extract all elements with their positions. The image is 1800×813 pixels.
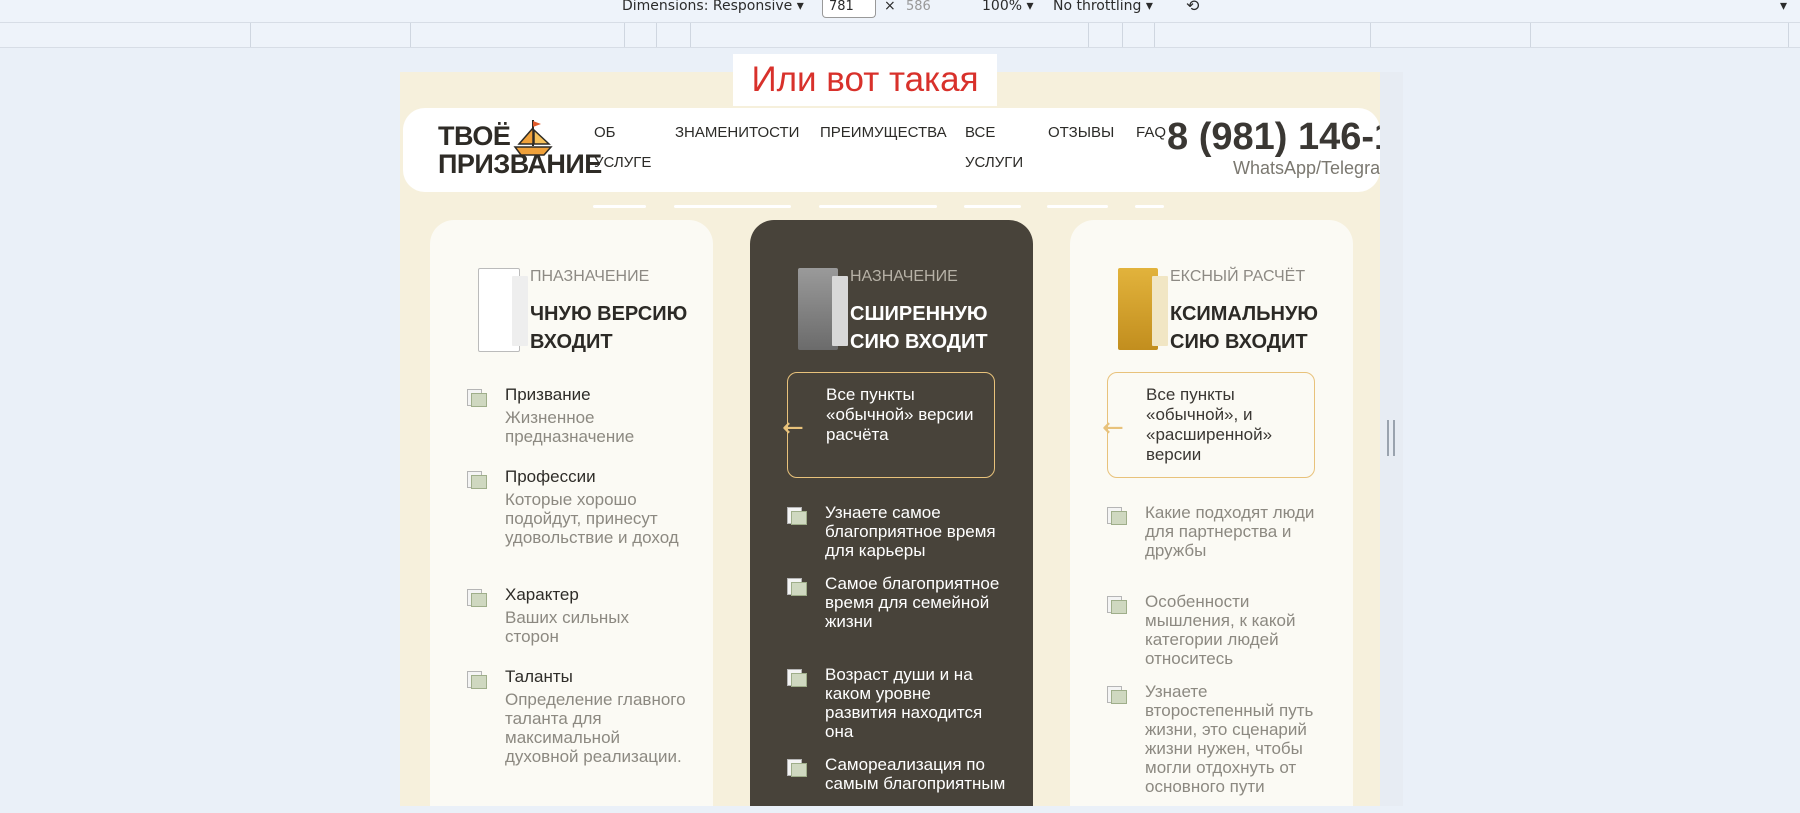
broken-image-icon (467, 589, 487, 607)
media-query-ruler[interactable] (0, 22, 1800, 48)
broken-image-icon (467, 471, 487, 489)
broken-image-icon (787, 507, 807, 525)
zoom-label: 100% (982, 0, 1023, 14)
nav-label: ВСЕ (965, 124, 996, 141)
feature-item: Узнаете самое благоприятное время для ка… (787, 503, 1007, 560)
nav-underline (1047, 205, 1108, 208)
nav-item-about[interactable]: ОБ УСЛУГЕ (594, 118, 651, 178)
feature-item: Профессии Которые хорошо подойдут, прине… (467, 467, 687, 547)
nav-item-faq[interactable]: FAQ (1136, 118, 1166, 148)
resize-handle[interactable] (1387, 420, 1395, 456)
feature-item: Призвание Жизненное предназначение (467, 385, 687, 446)
book-image (798, 268, 848, 350)
feature-item: Какие подходят люди для партнерства и др… (1107, 503, 1327, 560)
device-viewport: ТВОЁ ПРИЗВАНИЕ ОБ УСЛУГЕ ЗНАМЕНИТОСТИ ПР… (400, 72, 1403, 806)
card-heading: КСИМАЛЬНУЮ СИЮ ВХОДИТ (1170, 303, 1319, 353)
feature-desc: Ваших сильных сторон (505, 608, 630, 646)
nav-label: ЗНАМЕНИТОСТИ (675, 124, 800, 141)
arrow-left-icon: ← (782, 413, 804, 443)
broken-image-icon (467, 389, 487, 407)
nav-item-reviews[interactable]: ОТЗЫВЫ (1048, 118, 1114, 148)
book-image (1118, 268, 1168, 350)
card-heading: СШИРЕННУЮ СИЮ ВХОДИТ (850, 303, 988, 353)
feature-item: Самореализация по самым благоприятным (787, 755, 1007, 793)
broken-image-icon (787, 759, 807, 777)
nav-underline (819, 205, 937, 208)
devtools-toolbar: Dimensions: Responsive ▾ 781 × 586 100% … (0, 0, 1800, 22)
dimensions-label: Dimensions: Responsive (622, 0, 793, 14)
site-header: ТВОЁ ПРИЗВАНИЕ ОБ УСЛУГЕ ЗНАМЕНИТОСТИ ПР… (403, 108, 1380, 192)
broken-image-icon (467, 671, 487, 689)
nav-underline (593, 205, 646, 208)
nav-label: ОТЗЫВЫ (1048, 124, 1115, 141)
feature-desc: Жизненное предназначение (505, 408, 635, 446)
includes-text: Все пункты «обычной» версии расчёта (826, 385, 974, 444)
feature-title: Узнаете второстепенный путь жизни, это с… (1145, 682, 1314, 796)
throttling-label: No throttling (1053, 0, 1142, 14)
card-kicker: ПНАЗНАЧЕНИЕ (530, 268, 650, 285)
throttling-dropdown[interactable]: No throttling ▾ (1053, 0, 1153, 20)
feature-desc: Определение главного таланта для максима… (505, 690, 686, 766)
card-heading: ЧНУЮ ВЕРСИЮ ВХОДИТ (530, 303, 688, 353)
feature-title: Таланты (505, 667, 573, 686)
width-input[interactable]: 781 (822, 0, 876, 18)
broken-image-icon (1107, 686, 1127, 704)
nav-item-advantages[interactable]: ПРЕИМУЩЕСТВА (820, 118, 947, 148)
includes-text: Все пункты «обычной», и «расширенной» ве… (1146, 385, 1273, 464)
nav-label: УСЛУГИ (965, 154, 1024, 171)
nav-label: FAQ (1136, 124, 1167, 141)
height-input[interactable]: 586 (900, 0, 954, 18)
feature-title: Самое благоприятное время для семейной ж… (825, 574, 1000, 631)
boat-icon (513, 120, 553, 156)
nav-item-all-services[interactable]: ВСЕ УСЛУГИ (965, 118, 1023, 178)
feature-title: Какие подходят люди для партнерства и др… (1145, 503, 1315, 560)
nav-label: ОБ (594, 124, 616, 141)
card-kicker: НАЗНАЧЕНИЕ (850, 268, 958, 285)
feature-title: Самореализация по самым благоприятным (825, 755, 1006, 793)
nav-label: УСЛУГЕ (594, 154, 652, 171)
feature-title: Особенности мышления, к какой категории … (1145, 592, 1296, 668)
pricing-card-extended: НАЗНАЧЕНИЕ СШИРЕННУЮ СИЮ ВХОДИТ ← Все пу… (750, 220, 1033, 806)
feature-item: Возраст души и на каком уровне развития … (787, 665, 1007, 741)
includes-box: ← Все пункты «обычной» версии расчёта (782, 372, 995, 478)
nav-item-celebrities[interactable]: ЗНАМЕНИТОСТИ (675, 118, 799, 148)
zoom-dropdown[interactable]: 100% ▾ (982, 0, 1034, 20)
card-kicker: ЕКСНЫЙ РАСЧЁТ (1170, 268, 1306, 285)
caption-label: Или вот такая (733, 54, 997, 106)
feature-desc: Которые хорошо подойдут, принесут удовол… (505, 490, 679, 547)
more-options-icon[interactable]: ▾ (1780, 0, 1787, 20)
feature-item: Узнаете второстепенный путь жизни, это с… (1107, 682, 1327, 796)
broken-image-icon (1107, 507, 1127, 525)
nav-underline (964, 205, 1021, 208)
feature-title: Призвание (505, 385, 591, 404)
nav-label: ПРЕИМУЩЕСТВА (820, 124, 947, 141)
times-sign: × (884, 0, 896, 14)
arrow-left-icon: ← (1102, 413, 1124, 443)
feature-item: Самое благоприятное время для семейной ж… (787, 574, 1007, 631)
feature-title: Возраст души и на каком уровне развития … (825, 665, 983, 741)
feature-title: Узнаете самое благоприятное время для ка… (825, 503, 996, 560)
book-image (478, 268, 528, 352)
pricing-card-basic: ПНАЗНАЧЕНИЕ ЧНУЮ ВЕРСИЮ ВХОДИТ Призвание… (430, 220, 713, 806)
pricing-card-complex: ЕКСНЫЙ РАСЧЁТ КСИМАЛЬНУЮ СИЮ ВХОДИТ ← Вс… (1070, 220, 1353, 806)
nav-underline (1135, 205, 1164, 208)
broken-image-icon (787, 578, 807, 596)
feature-title: Характер (505, 585, 579, 604)
broken-image-icon (787, 669, 807, 687)
phone-number[interactable]: 8 (981) 146-13 (1167, 116, 1380, 159)
feature-item: Характер Ваших сильных сторон (467, 585, 687, 646)
feature-title: Профессии (505, 467, 596, 486)
includes-box: ← Все пункты «обычной», и «расширенной» … (1102, 372, 1315, 478)
nav-underline (674, 205, 791, 208)
broken-image-icon (1107, 596, 1127, 614)
dimensions-dropdown[interactable]: Dimensions: Responsive ▾ (622, 0, 804, 20)
feature-item: Таланты Определение главного таланта для… (467, 667, 687, 766)
feature-item: Особенности мышления, к какой категории … (1107, 592, 1327, 668)
rotate-icon[interactable]: ⟲ (1186, 0, 1199, 20)
messengers-label: WhatsApp/Telegra (1233, 158, 1380, 178)
